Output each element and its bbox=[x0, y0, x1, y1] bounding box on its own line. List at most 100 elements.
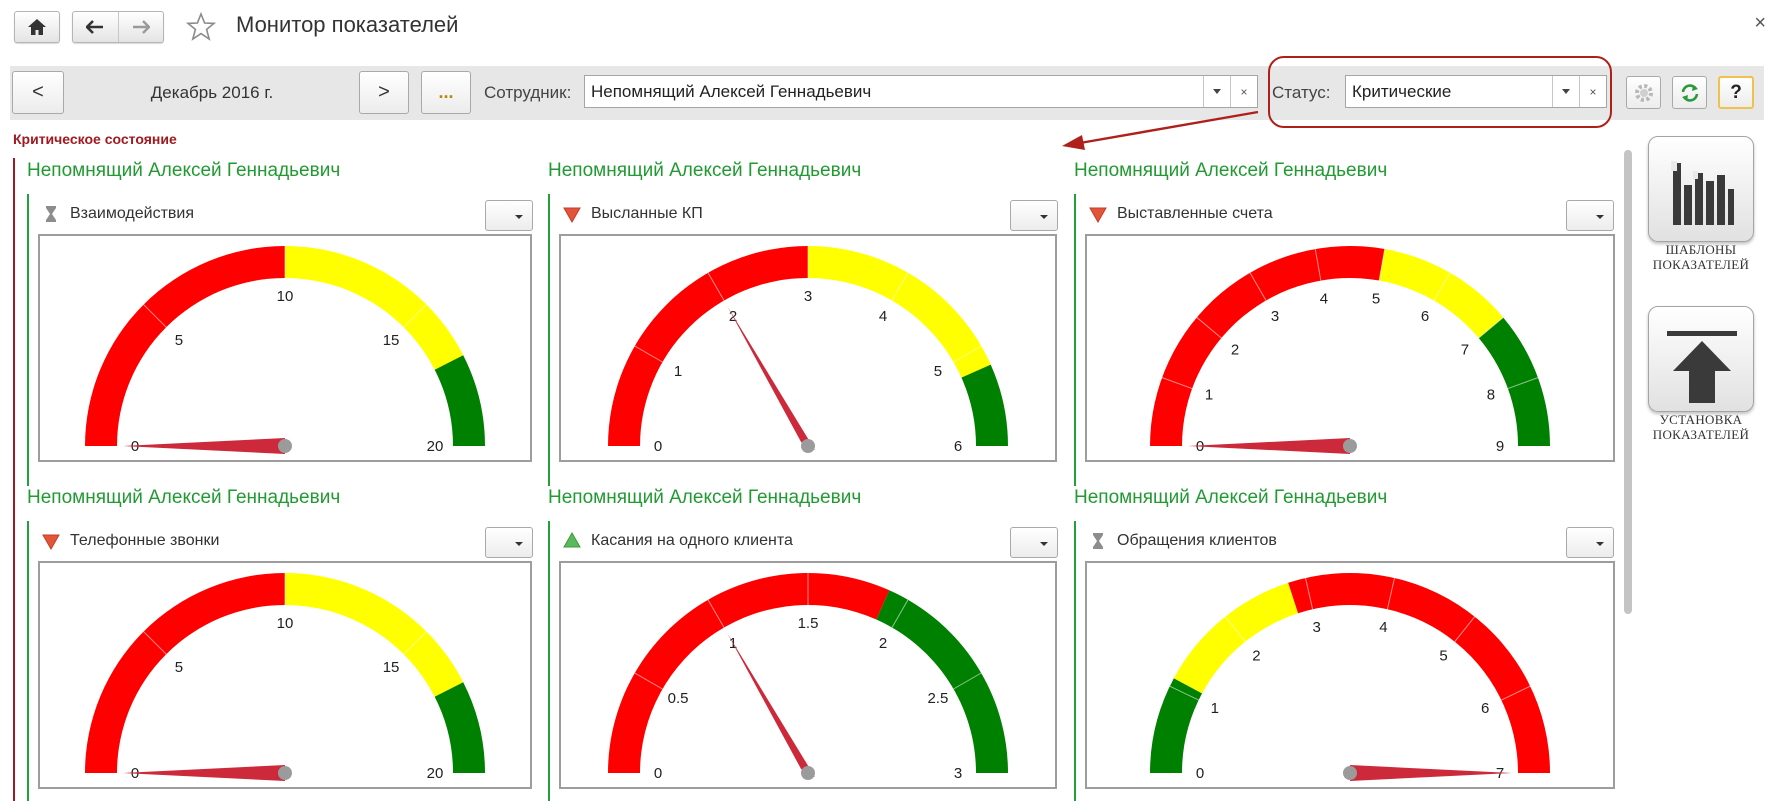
gauge-chart: 0123456789 bbox=[1150, 246, 1550, 455]
gauge-chart: 01234567 bbox=[1150, 573, 1550, 782]
critical-section-title: Критическое состояние bbox=[13, 131, 177, 147]
gauge-frame: 01234567 bbox=[1085, 561, 1615, 789]
employee-name: Непомнящий Алексей Геннадьевич bbox=[548, 487, 862, 508]
history-nav bbox=[72, 11, 164, 43]
gauge-tick-label: 20 bbox=[427, 438, 444, 455]
gauge-tick-label: 3 bbox=[1271, 308, 1279, 325]
indicator-templates-label: ШАБЛОНЫ ПОКАЗАТЕЛЕЙ bbox=[1652, 242, 1750, 272]
gauge-tick-label: 2 bbox=[1252, 648, 1260, 665]
close-window-button[interactable]: × bbox=[1754, 12, 1766, 35]
title-bar: Монитор показателей × bbox=[0, 0, 1786, 56]
prev-period-button[interactable]: < bbox=[12, 71, 64, 114]
gauge-frame: 05101520 bbox=[38, 234, 532, 462]
gauge-band-green bbox=[1150, 678, 1203, 773]
home-button[interactable] bbox=[14, 11, 60, 43]
gauge-needle bbox=[727, 305, 815, 450]
indicator-name: Взаимодействия bbox=[70, 205, 194, 222]
indicator-menu-button[interactable] bbox=[1566, 200, 1614, 231]
refresh-icon bbox=[1681, 83, 1698, 102]
gauge-needle-hub bbox=[278, 439, 292, 453]
gauge-tick-label: 3 bbox=[1312, 619, 1320, 636]
forward-button[interactable] bbox=[118, 12, 163, 42]
gauge-tick-label: 0 bbox=[654, 438, 662, 455]
select-period-button[interactable]: ... bbox=[421, 71, 471, 114]
gauge-tick-label: 10 bbox=[277, 615, 294, 632]
gauge-band-yellow bbox=[285, 573, 464, 697]
employee-field-value[interactable]: Непомнящий Алексей Геннадьевич bbox=[585, 76, 1203, 107]
favorite-star-icon[interactable] bbox=[186, 12, 216, 42]
gauge-tick-label: 1 bbox=[1211, 700, 1219, 717]
indicator-menu-button[interactable] bbox=[1010, 527, 1058, 558]
indicator-menu-button[interactable] bbox=[1566, 527, 1614, 558]
gauge-band-yellow bbox=[1379, 249, 1504, 339]
next-period-button[interactable]: > bbox=[359, 71, 409, 114]
status-highlight-callout bbox=[1268, 56, 1612, 128]
employee-name: Непомнящий Алексей Геннадьевич bbox=[27, 487, 341, 508]
gauge-tick-label: 4 bbox=[1379, 619, 1387, 636]
hourglass-icon bbox=[1093, 533, 1103, 549]
back-button[interactable] bbox=[73, 12, 118, 42]
bar-chart-icon bbox=[1671, 161, 1734, 225]
indicator-menu-button[interactable] bbox=[485, 200, 533, 231]
help-button[interactable]: ? bbox=[1718, 76, 1754, 109]
panel-accent-bar bbox=[1074, 194, 1076, 486]
gauge-tick-label: 5 bbox=[1439, 648, 1447, 665]
gauge-chart: 05101520 bbox=[85, 246, 485, 455]
indicator-templates-button[interactable] bbox=[1648, 136, 1754, 242]
gauge-tick-label: 5 bbox=[175, 659, 183, 676]
employee-field[interactable]: Непомнящий Алексей Геннадьевич × bbox=[584, 75, 1258, 108]
gauge-needle-hub bbox=[1343, 439, 1357, 453]
panel-accent-bar bbox=[27, 194, 29, 486]
gauge-frame: 05101520 bbox=[38, 561, 532, 789]
employee-clear-button[interactable]: × bbox=[1230, 76, 1257, 107]
trend-indicator bbox=[42, 532, 60, 551]
gauge-tick-label: 2.5 bbox=[927, 690, 948, 707]
scrollbar-thumb[interactable] bbox=[1624, 150, 1632, 614]
settings-button[interactable] bbox=[1626, 76, 1661, 109]
employee-dropdown-button[interactable] bbox=[1203, 76, 1230, 107]
gauge-frame: 00.511.522.53 bbox=[559, 561, 1057, 789]
gauge-band-yellow bbox=[808, 246, 991, 378]
refresh-button[interactable] bbox=[1672, 76, 1707, 109]
employee-name: Непомнящий Алексей Геннадьевич bbox=[548, 160, 862, 181]
gauge-tick-label: 5 bbox=[934, 363, 942, 380]
gauge-tick-label: 1 bbox=[674, 363, 682, 380]
trend-indicator bbox=[563, 531, 581, 550]
install-indicators-button[interactable] bbox=[1648, 306, 1754, 412]
indicator-name: Телефонные звонки bbox=[70, 532, 220, 549]
period-label: Декабрь 2016 г. bbox=[150, 83, 274, 102]
gauge-needle bbox=[1350, 765, 1512, 781]
gauge-chart: 0123456 bbox=[608, 246, 1008, 455]
employee-name: Непомнящий Алексей Геннадьевич bbox=[1074, 487, 1388, 508]
trend-indicator bbox=[1089, 532, 1107, 550]
gauge-tick-label: 10 bbox=[277, 288, 294, 305]
panel-accent-bar bbox=[548, 194, 550, 486]
gauge-tick-label: 20 bbox=[427, 765, 444, 782]
trend-indicator bbox=[1089, 205, 1107, 224]
gauge-tick-label: 6 bbox=[954, 438, 962, 455]
gauge-needle-hub bbox=[801, 766, 815, 780]
indicator-menu-button[interactable] bbox=[485, 527, 533, 558]
gauge-tick-label: 5 bbox=[1372, 290, 1380, 307]
panel-accent-bar bbox=[27, 521, 29, 801]
gauge-band-green bbox=[434, 355, 485, 446]
gauge-tick-label: 2 bbox=[879, 635, 887, 652]
employee-label: Сотрудник: bbox=[484, 83, 572, 102]
indicator-menu-button[interactable] bbox=[1010, 200, 1058, 231]
dropdown-arrow-icon bbox=[1213, 89, 1221, 94]
employee-name: Непомнящий Алексей Геннадьевич bbox=[27, 160, 341, 181]
indicator-name: Касания на одного клиента bbox=[591, 532, 793, 549]
up-triangle-icon bbox=[563, 531, 581, 548]
indicator-name: Обращения клиентов bbox=[1117, 532, 1277, 549]
gear-icon bbox=[1634, 83, 1653, 102]
gauge-band-red bbox=[608, 573, 890, 773]
panel-accent-bar bbox=[548, 521, 550, 801]
gauge-needle-hub bbox=[801, 439, 815, 453]
hourglass-icon bbox=[46, 206, 56, 222]
gauge-band-green bbox=[434, 682, 485, 773]
gauge-needle-hub bbox=[1343, 766, 1357, 780]
gauge-tick-label: 4 bbox=[879, 308, 887, 325]
gauge-band-red bbox=[1288, 573, 1550, 773]
gauge-tick-label: 5 bbox=[175, 332, 183, 349]
gauge-tick-label: 7 bbox=[1461, 342, 1469, 359]
